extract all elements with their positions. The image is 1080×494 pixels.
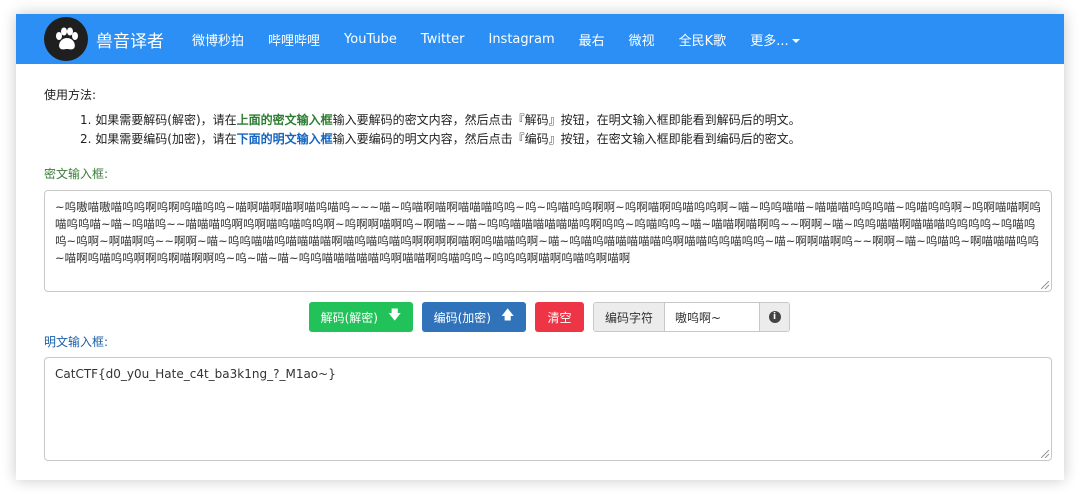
nav-item-youtube[interactable]: YouTube (344, 32, 397, 47)
cipher-textarea[interactable]: ~呜嗷喵嗷喵呜呜啊呜啊呜喵呜呜~喵啊喵啊喵啊喵呜喵呜~~~喵~呜喵啊喵啊喵喵喵呜… (44, 190, 1052, 292)
nav-item-bilibili[interactable]: 哔哩哔哩 (268, 30, 320, 49)
nav-item-weishi[interactable]: 微视 (629, 30, 655, 49)
plain-textarea[interactable]: CatCTF{d0_y0u_Hate_c4t_ba3k1ng_?_M1ao~} (44, 357, 1052, 461)
nav-item-kge[interactable]: 全民K歌 (679, 30, 727, 49)
info-circle-icon: i (768, 311, 781, 323)
cipher-text: ~呜嗷喵嗷喵呜呜啊呜啊呜喵呜呜~喵啊喵啊喵啊喵呜喵呜~~~喵~呜喵啊喵啊喵喵喵呜… (55, 200, 1041, 265)
charset-input[interactable]: 嗷呜啊~ (665, 303, 760, 331)
cipher-label: 密文输入框: (44, 167, 109, 181)
nav-item-zuiyou[interactable]: 最右 (579, 30, 605, 49)
resize-grip-icon[interactable] (1041, 450, 1049, 458)
step-text: 输入要解码的密文内容，然后点击『解码』按钮，在明文输入框即能看到解码后的明文。 (332, 113, 801, 127)
usage-step-encode: 2. 如果需要编码(加密)，请在下面的明文输入框输入要编码的明文内容，然后点击『… (80, 130, 1036, 149)
action-bar: 解码(解密) 🡇 编码(加密) 🡅 清空 编码字符 嗷呜啊~ i (309, 301, 1036, 333)
charset-info-button[interactable]: i (759, 303, 790, 331)
charset-label: 编码字符 (594, 303, 666, 331)
step-highlight: 上面的密文输入框 (236, 113, 333, 127)
nav-more-dropdown[interactable]: 更多... (750, 30, 800, 49)
nav-more-label: 更多... (750, 33, 789, 49)
arrow-up-icon: 🡅 (501, 308, 515, 323)
clear-label: 清空 (547, 310, 572, 325)
clear-button[interactable]: 清空 (535, 302, 584, 332)
brand-title[interactable]: 兽音译者 (96, 27, 164, 52)
charset-group: 编码字符 嗷呜啊~ i (593, 302, 791, 332)
step-highlight: 下面的明文输入框 (236, 132, 333, 146)
browser-page: 兽音译者 微博秒拍 哔哩哔哩 YouTube Twitter Instagram… (16, 14, 1064, 480)
decode-button[interactable]: 解码(解密) 🡇 (309, 302, 413, 332)
step-text: 输入要编码的明文内容，然后点击『编码』按钮，在密文输入框即能看到编码后的密文。 (332, 132, 801, 146)
nav-item-weibo[interactable]: 微博秒拍 (192, 30, 244, 49)
paw-icon[interactable] (44, 17, 88, 61)
step-text: 1. 如果需要解码(解密)，请在 (80, 113, 237, 127)
usage-steps: 1. 如果需要解码(解密)，请在上面的密文输入框输入要解码的密文内容，然后点击『… (44, 111, 1036, 149)
plain-text: CatCTF{d0_y0u_Hate_c4t_ba3k1ng_?_M1ao~} (55, 367, 336, 381)
nav-item-twitter[interactable]: Twitter (421, 32, 465, 47)
nav-item-instagram[interactable]: Instagram (488, 32, 554, 47)
usage-step-decode: 1. 如果需要解码(解密)，请在上面的密文输入框输入要解码的密文内容，然后点击『… (80, 111, 1036, 130)
main-content: 使用方法: 1. 如果需要解码(解密)，请在上面的密文输入框输入要解码的密文内容… (16, 64, 1064, 461)
step-text: 2. 如果需要编码(加密)，请在 (80, 132, 237, 146)
resize-grip-icon[interactable] (1041, 281, 1049, 289)
encode-button[interactable]: 编码(加密) 🡅 (422, 302, 526, 332)
caret-down-icon (791, 39, 800, 43)
decode-label: 解码(解密) (320, 310, 378, 325)
usage-title: 使用方法: (44, 88, 97, 102)
encode-label: 编码(加密) (433, 310, 491, 325)
plain-label: 明文输入框: (44, 335, 109, 349)
arrow-down-icon: 🡇 (388, 308, 402, 323)
navbar: 兽音译者 微博秒拍 哔哩哔哩 YouTube Twitter Instagram… (16, 14, 1064, 64)
